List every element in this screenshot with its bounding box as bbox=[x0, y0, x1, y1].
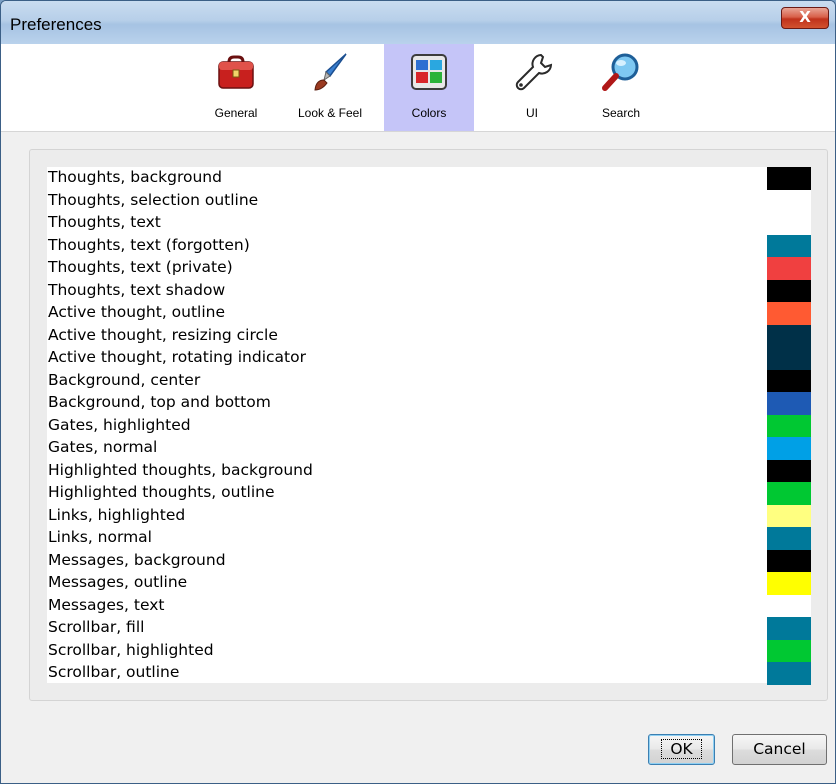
color-setting-row[interactable]: Background, center bbox=[47, 369, 811, 393]
color-setting-row[interactable]: Messages, background bbox=[47, 549, 811, 573]
color-setting-row[interactable]: Highlighted thoughts, background bbox=[47, 459, 811, 483]
tab-search[interactable]: Search bbox=[576, 44, 666, 131]
color-swatch[interactable] bbox=[767, 549, 811, 573]
color-palette-icon bbox=[411, 54, 447, 90]
color-swatch[interactable] bbox=[767, 594, 811, 618]
color-setting-row[interactable]: Messages, outline bbox=[47, 572, 811, 595]
color-setting-row[interactable]: Thoughts, background bbox=[47, 167, 811, 190]
magnifier-icon bbox=[602, 53, 639, 91]
tab-label: Look & Feel bbox=[297, 106, 363, 120]
color-swatch[interactable] bbox=[767, 504, 811, 528]
color-swatch[interactable] bbox=[767, 459, 811, 483]
color-swatch[interactable] bbox=[767, 279, 811, 303]
color-setting-name: Thoughts, text (forgotten) bbox=[48, 235, 250, 254]
color-setting-name: Active thought, resizing circle bbox=[48, 325, 278, 344]
color-settings-list[interactable]: Thoughts, background Thoughts, selection … bbox=[47, 167, 811, 685]
color-setting-row[interactable]: Gates, normal bbox=[47, 437, 811, 460]
color-setting-name: Active thought, rotating indicator bbox=[48, 348, 306, 366]
color-swatch[interactable] bbox=[767, 347, 811, 370]
preferences-dialog: Preferences X General Look & Feel Colors… bbox=[0, 0, 836, 784]
paintbrush-icon bbox=[314, 53, 347, 91]
color-setting-name: Messages, background bbox=[48, 550, 226, 569]
color-setting-name: Scrollbar, fill bbox=[48, 618, 145, 636]
color-swatch[interactable] bbox=[767, 189, 811, 213]
ok-button-label: OK bbox=[661, 739, 702, 759]
toolbox-icon bbox=[218, 55, 254, 89]
color-setting-row[interactable]: Messages, text bbox=[47, 594, 811, 618]
color-setting-name: Highlighted thoughts, outline bbox=[48, 483, 275, 501]
color-swatch[interactable] bbox=[767, 257, 811, 280]
color-setting-name: Background, center bbox=[48, 370, 201, 389]
color-setting-name: Messages, text bbox=[48, 595, 165, 614]
color-swatch[interactable] bbox=[767, 302, 811, 325]
color-setting-row[interactable]: Links, highlighted bbox=[47, 504, 811, 528]
color-setting-row[interactable]: Background, top and bottom bbox=[47, 392, 811, 415]
tab-label: UI bbox=[526, 106, 538, 120]
ok-button[interactable]: OK bbox=[648, 734, 715, 765]
color-swatch[interactable] bbox=[767, 572, 811, 595]
color-setting-name: Thoughts, selection outline bbox=[48, 190, 259, 209]
color-swatch[interactable] bbox=[767, 392, 811, 415]
tab-label: Colors bbox=[411, 106, 447, 120]
color-setting-name: Scrollbar, outline bbox=[48, 663, 180, 681]
color-setting-name: Links, normal bbox=[48, 528, 152, 546]
color-setting-name: Thoughts, text (private) bbox=[48, 258, 233, 276]
color-setting-row[interactable]: Active thought, resizing circle bbox=[47, 324, 811, 348]
color-swatch[interactable] bbox=[767, 437, 811, 460]
cancel-button[interactable]: Cancel bbox=[732, 734, 827, 765]
color-setting-name: Messages, outline bbox=[48, 573, 188, 591]
color-setting-row[interactable]: Thoughts, selection outline bbox=[47, 189, 811, 213]
color-setting-row[interactable]: Links, normal bbox=[47, 527, 811, 550]
color-setting-row[interactable]: Highlighted thoughts, outline bbox=[47, 482, 811, 505]
color-swatch[interactable] bbox=[767, 527, 811, 550]
title-bar[interactable]: Preferences X bbox=[1, 1, 835, 44]
color-setting-row[interactable]: Active thought, rotating indicator bbox=[47, 347, 811, 370]
tab-label: General bbox=[214, 106, 258, 120]
close-button[interactable]: X bbox=[781, 7, 829, 29]
color-setting-name: Scrollbar, highlighted bbox=[48, 640, 214, 659]
color-swatch[interactable] bbox=[767, 414, 811, 438]
color-swatch[interactable] bbox=[767, 212, 811, 235]
color-setting-row[interactable]: Thoughts, text shadow bbox=[47, 279, 811, 303]
tab-general[interactable]: General bbox=[191, 44, 281, 131]
color-swatch[interactable] bbox=[767, 482, 811, 505]
color-setting-name: Gates, highlighted bbox=[48, 415, 191, 434]
color-swatch[interactable] bbox=[767, 662, 811, 685]
color-swatch[interactable] bbox=[767, 167, 811, 190]
color-swatch[interactable] bbox=[767, 369, 811, 393]
color-setting-row[interactable]: Thoughts, text bbox=[47, 212, 811, 235]
preferences-toolbar: General Look & Feel Colors UI Search bbox=[1, 44, 835, 132]
color-setting-row[interactable]: Active thought, outline bbox=[47, 302, 811, 325]
color-setting-row[interactable]: Gates, highlighted bbox=[47, 414, 811, 438]
color-setting-name: Background, top and bottom bbox=[48, 393, 271, 411]
color-setting-name: Thoughts, text bbox=[48, 213, 161, 231]
color-setting-row[interactable]: Scrollbar, outline bbox=[47, 662, 811, 685]
window-title: Preferences bbox=[10, 15, 102, 34]
color-setting-name: Active thought, outline bbox=[48, 303, 226, 321]
color-setting-row[interactable]: Thoughts, text (forgotten) bbox=[47, 234, 811, 258]
color-swatch[interactable] bbox=[767, 639, 811, 663]
color-setting-name: Highlighted thoughts, background bbox=[48, 460, 313, 479]
color-setting-name: Thoughts, text shadow bbox=[48, 280, 226, 299]
tab-colors[interactable]: Colors bbox=[384, 44, 474, 131]
color-swatch[interactable] bbox=[767, 324, 811, 348]
color-setting-name: Thoughts, background bbox=[48, 168, 222, 186]
color-swatch[interactable] bbox=[767, 617, 811, 640]
color-swatch[interactable] bbox=[767, 234, 811, 258]
color-setting-row[interactable]: Scrollbar, highlighted bbox=[47, 639, 811, 663]
tab-look-and-feel[interactable]: Look & Feel bbox=[285, 44, 375, 131]
color-setting-row[interactable]: Scrollbar, fill bbox=[47, 617, 811, 640]
wrench-icon bbox=[515, 53, 553, 91]
color-setting-name: Gates, normal bbox=[48, 438, 158, 456]
color-setting-name: Links, highlighted bbox=[48, 505, 186, 524]
tab-ui[interactable]: UI bbox=[487, 44, 577, 131]
tab-label: Search bbox=[601, 106, 641, 120]
color-setting-row[interactable]: Thoughts, text (private) bbox=[47, 257, 811, 280]
